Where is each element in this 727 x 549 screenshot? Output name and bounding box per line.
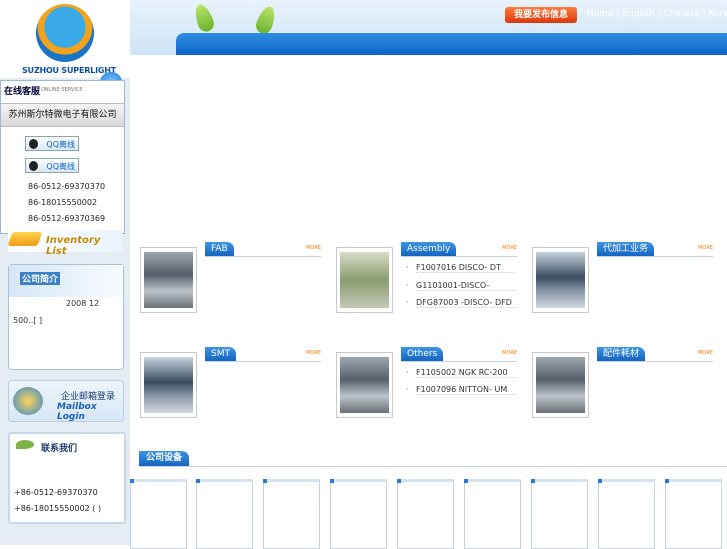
inventory-list-label: Inventory List: [46, 235, 101, 257]
product-thumbnail[interactable]: [336, 352, 393, 418]
publish-info-button[interactable]: 我要发布信息: [505, 7, 577, 23]
language-links: Home | English | Chinese | Korea: [587, 9, 727, 19]
qq-offline-button[interactable]: QQ离线: [25, 136, 79, 151]
sidebar: SUZHOU SUPERLIGHT 在线客服 ONLINE SERVICE 苏州…: [0, 0, 130, 545]
module-tab-processing[interactable]: 代加工业务: [597, 242, 655, 256]
module-header-parts: 配件耗材 MORE: [597, 347, 713, 362]
separator: |: [702, 9, 706, 19]
equipment-title[interactable]: 公司设备: [139, 451, 190, 466]
module-header-assembly: Assembly MORE: [401, 242, 517, 257]
service-phone: 86-0512-69370369: [28, 214, 106, 223]
contact-phone: +86-18015550002 ( ): [14, 504, 102, 513]
header-nav-bar: [176, 33, 727, 55]
contact-phone: +86-0512-69370370: [14, 488, 98, 497]
more-link[interactable]: MORE: [306, 245, 321, 251]
intro-date: 2008 12: [66, 299, 100, 308]
equipment-card[interactable]: [330, 479, 387, 549]
more-link[interactable]: MORE: [306, 350, 321, 356]
list-item[interactable]: G1101001-DISCO-: [406, 281, 516, 291]
logo-text: SUZHOU SUPERLIGHT: [22, 66, 116, 75]
list-item[interactable]: F1105002 NGK RC-200: [406, 368, 516, 378]
mail-icon: [13, 387, 43, 415]
equipment-card[interactable]: [598, 479, 655, 549]
product-thumbnail[interactable]: [532, 352, 589, 418]
home-link[interactable]: Home: [587, 9, 614, 19]
module-tab-fab[interactable]: FAB: [205, 242, 234, 256]
equipment-card[interactable]: [130, 479, 187, 549]
list-item[interactable]: F1007096 NITTON- UM: [406, 385, 516, 395]
equipment-card[interactable]: [665, 479, 722, 549]
equipment-card[interactable]: [464, 479, 521, 549]
module-tab-smt[interactable]: SMT: [205, 347, 236, 361]
mailbox-login-button[interactable]: 企业邮箱登录 Mailbox Login: [8, 380, 124, 422]
separator: |: [616, 9, 620, 19]
inventory-list-banner[interactable]: Inventory List: [7, 230, 122, 257]
qq-penguin-icon: [29, 161, 38, 171]
contact-title: 联系我们: [41, 444, 78, 454]
online-service-panel: 在线客服 ONLINE SERVICE 苏州斯尔特微电子有限公司 QQ离线 QQ…: [0, 80, 125, 234]
module-tab-others[interactable]: Others: [401, 347, 444, 361]
product-thumbnail[interactable]: [532, 247, 589, 313]
service-phone: 86-18015550002: [28, 198, 98, 207]
leaf-icon: [16, 440, 34, 449]
online-service-subtitle: ONLINE SERVICE: [41, 87, 83, 93]
module-header-fab: FAB MORE: [205, 242, 321, 257]
logo-area: SUZHOU SUPERLIGHT: [0, 0, 130, 78]
more-link[interactable]: MORE: [698, 350, 713, 356]
equipment-card[interactable]: [263, 479, 320, 549]
product-thumbnail[interactable]: [336, 247, 393, 313]
module-header-smt: SMT MORE: [205, 347, 321, 362]
equipment-card[interactable]: [531, 479, 588, 549]
korea-link[interactable]: Korea: [708, 9, 727, 19]
equipment-card[interactable]: [397, 479, 454, 549]
mailbox-label-cn: 企业邮箱登录: [61, 392, 116, 402]
english-link[interactable]: English: [622, 9, 655, 19]
equipment-section-header: 公司设备: [139, 451, 727, 467]
service-phone: 86-0512-69370370: [28, 182, 106, 191]
inventory-icon: [7, 232, 43, 246]
product-thumbnail[interactable]: [140, 247, 197, 313]
module-tab-parts[interactable]: 配件耗材: [597, 347, 646, 361]
more-link[interactable]: MORE: [502, 350, 517, 356]
more-link[interactable]: MORE: [502, 245, 517, 251]
qq-offline-button[interactable]: QQ离线: [25, 158, 79, 173]
equipment-card[interactable]: [196, 479, 253, 549]
module-header-processing: 代加工业务 MORE: [597, 242, 713, 257]
mailbox-label-en: Mailbox Login: [57, 402, 97, 422]
company-logo-icon[interactable]: [36, 4, 94, 62]
product-thumbnail[interactable]: [140, 352, 197, 418]
separator: |: [657, 9, 661, 19]
qq-penguin-icon: [29, 139, 38, 149]
module-tab-assembly[interactable]: Assembly: [401, 242, 457, 256]
company-name: 苏州斯尔特微电子有限公司: [1, 103, 124, 127]
chinese-link[interactable]: Chinese: [664, 9, 700, 19]
intro-more-link[interactable]: 500..[ ]: [13, 316, 42, 325]
list-item[interactable]: F1007016 DISCO- DT: [406, 263, 516, 273]
contact-box: 联系我们 +86-0512-69370370 +86-18015550002 (…: [8, 432, 126, 524]
list-item[interactable]: DFG87003 -DISCO- DFD: [406, 298, 516, 308]
online-service-title: 在线客服: [4, 87, 41, 97]
module-header-others: Others MORE: [401, 347, 517, 362]
intro-title: 公司简介: [20, 272, 61, 285]
more-link[interactable]: MORE: [698, 245, 713, 251]
company-intro-box: 公司简介 2008 12 500..[ ]: [8, 264, 124, 370]
